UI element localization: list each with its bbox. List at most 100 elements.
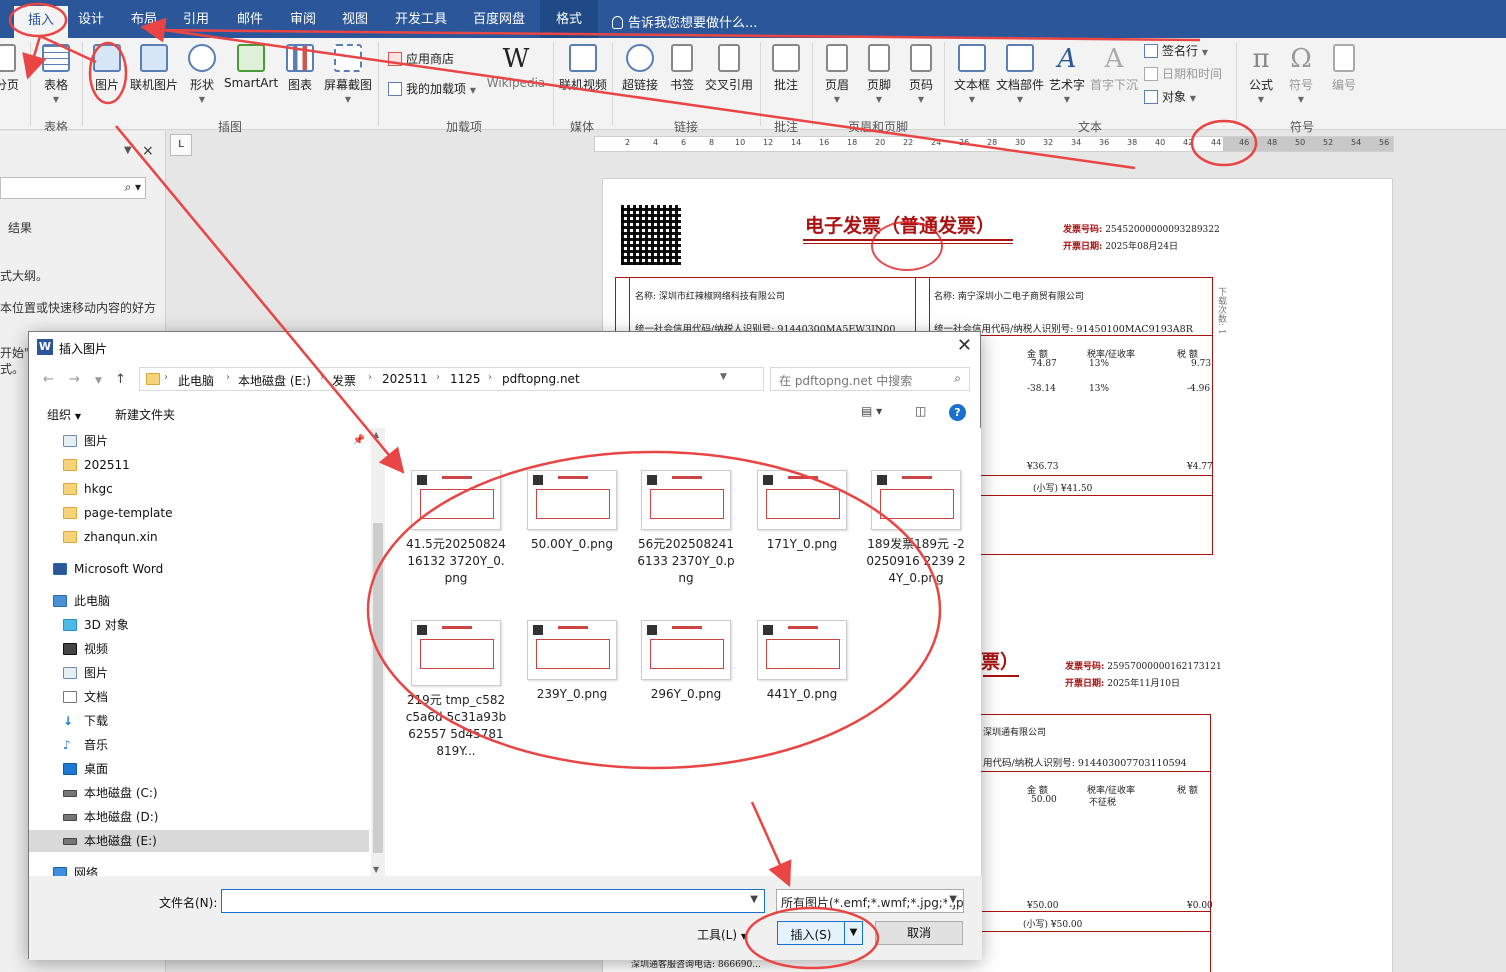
store-button[interactable]: 应用商店 bbox=[388, 50, 454, 67]
tree-item-downloads[interactable]: ↓ 下载 bbox=[29, 710, 369, 732]
tree-item-documents[interactable]: 文档 bbox=[29, 686, 369, 708]
file-item[interactable]: 41.5元2025082416132 3720Y_0.png bbox=[401, 470, 511, 587]
comment-button[interactable]: 批注 bbox=[768, 44, 804, 93]
chevron-down-icon[interactable]: ▼ bbox=[720, 372, 727, 382]
search-input[interactable]: 在 pdftopng.net 中搜索 ⌕ bbox=[770, 367, 970, 391]
tree-item-pictures-quick[interactable]: 图片 📌 bbox=[29, 430, 369, 452]
file-item[interactable]: 296Y_0.png bbox=[631, 620, 741, 703]
breadcrumb-item[interactable]: 1125 bbox=[450, 372, 481, 386]
view-options-icon[interactable]: ▤ ▾ bbox=[861, 404, 882, 418]
hyperlink-button[interactable]: 超链接 bbox=[620, 44, 660, 93]
smartart-button[interactable]: SmartArt bbox=[224, 44, 278, 90]
breadcrumb-item[interactable]: 202511 bbox=[382, 372, 428, 386]
bookmark-button[interactable]: 书签 bbox=[667, 44, 697, 93]
tree-item-desktop[interactable]: 桌面 bbox=[29, 758, 369, 780]
tree-item-network[interactable]: 网络 bbox=[29, 862, 369, 876]
dropcap-button[interactable]: A 首字下沉 bbox=[1089, 44, 1139, 93]
online-picture-button[interactable]: 联机图片 bbox=[130, 44, 178, 93]
file-item[interactable]: 189发票189元 -20250916 2239 24Y_0.png bbox=[861, 470, 971, 587]
nav-tab-results[interactable]: 结果 bbox=[8, 219, 32, 236]
date-time-button[interactable]: 日期和时间 bbox=[1144, 65, 1222, 82]
online-video-button[interactable]: 联机视频 bbox=[558, 44, 608, 93]
my-addins-button[interactable]: 我的加载项 ▼ bbox=[388, 80, 476, 97]
tree-item-this-pc[interactable]: 此电脑 bbox=[29, 590, 369, 612]
tab-design[interactable]: 设计 bbox=[78, 0, 104, 38]
close-icon[interactable]: × bbox=[142, 143, 154, 159]
file-item[interactable]: 239Y_0.png bbox=[517, 620, 627, 703]
cross-reference-button[interactable]: 交叉引用 bbox=[703, 44, 755, 93]
address-bar[interactable]: › 此电脑 › 本地磁盘 (E:) › 发票 › 202511 › 1125 ›… bbox=[139, 367, 857, 391]
recent-locations-icon[interactable]: ▼ bbox=[95, 376, 102, 386]
tree-scrollbar[interactable]: ▲ ▼ bbox=[371, 428, 385, 876]
tell-me-box[interactable]: 告诉我您想要做什么... bbox=[612, 12, 757, 31]
tab-layout[interactable]: 布局 bbox=[131, 0, 157, 38]
insert-dropdown-icon[interactable]: ▼ bbox=[844, 922, 862, 944]
tools-button[interactable]: 工具(L) ▼ bbox=[697, 926, 747, 943]
table-button[interactable]: 表格 ▼ bbox=[40, 44, 72, 104]
equation-button[interactable]: π 公式 ▼ bbox=[1244, 44, 1278, 104]
tree-item-videos[interactable]: 视频 bbox=[29, 638, 369, 660]
wikipedia-button[interactable]: W Wikipedia bbox=[486, 44, 546, 90]
page-number-button[interactable]: 页码 ▼ bbox=[906, 44, 936, 104]
filename-input[interactable]: ▼ bbox=[221, 889, 765, 913]
help-icon[interactable]: ? bbox=[949, 404, 966, 421]
tree-item-page-template[interactable]: page-template bbox=[29, 502, 369, 524]
tree-item-3d-objects[interactable]: 3D 对象 bbox=[29, 614, 369, 636]
tree-item-microsoft-word[interactable]: Microsoft Word bbox=[29, 558, 369, 580]
chart-button[interactable]: 图表 bbox=[285, 44, 315, 93]
quick-parts-button[interactable]: 文档部件 ▼ bbox=[995, 44, 1045, 104]
tree-item-zhanqun[interactable]: zhanqun.xin bbox=[29, 526, 369, 548]
new-folder-button[interactable]: 新建文件夹 bbox=[115, 406, 175, 423]
tab-baidu-netdisk[interactable]: 百度网盘 bbox=[473, 0, 525, 38]
scrollbar-thumb[interactable] bbox=[373, 523, 383, 853]
breadcrumb-item[interactable]: pdftopng.net bbox=[502, 372, 580, 386]
pane-options-icon[interactable]: ▼ bbox=[124, 145, 132, 156]
file-item[interactable]: 56元2025082416133 2370Y_0.png bbox=[631, 470, 741, 587]
scroll-down-icon[interactable]: ▼ bbox=[373, 865, 379, 874]
organize-button[interactable]: 组织 ▼ bbox=[47, 406, 81, 423]
tree-item-pictures[interactable]: 图片 bbox=[29, 662, 369, 684]
scroll-up-icon[interactable]: ▲ bbox=[373, 430, 379, 439]
nav-search-input[interactable]: ⌕ ▾ bbox=[0, 177, 146, 199]
back-arrow-icon[interactable]: ← bbox=[43, 372, 54, 387]
file-item[interactable]: 171Y_0.png bbox=[747, 470, 857, 553]
header-button[interactable]: 页眉 ▼ bbox=[822, 44, 852, 104]
picture-button[interactable]: 图片 bbox=[91, 44, 123, 93]
up-arrow-icon[interactable]: ↑ bbox=[115, 372, 126, 387]
tree-item-drive-d[interactable]: 本地磁盘 (D:) bbox=[29, 806, 369, 828]
screenshot-button[interactable]: 屏幕截图 ▼ bbox=[321, 44, 375, 104]
page-break-button[interactable]: 分页 bbox=[0, 44, 20, 93]
tree-item-202511[interactable]: 202511 bbox=[29, 454, 369, 476]
file-item[interactable]: 441Y_0.png bbox=[747, 620, 857, 703]
breadcrumb-item[interactable]: 发票 bbox=[332, 372, 356, 389]
object-button[interactable]: 对象 ▼ bbox=[1144, 88, 1196, 105]
breadcrumb-item[interactable]: 本地磁盘 (E:) bbox=[238, 372, 311, 389]
tree-item-music[interactable]: ♪ 音乐 bbox=[29, 734, 369, 756]
tree-item-hkgc[interactable]: hkgc bbox=[29, 478, 369, 500]
cancel-button[interactable]: 取消 bbox=[875, 921, 963, 945]
chevron-down-icon[interactable]: ▼ bbox=[750, 894, 758, 905]
textbox-button[interactable]: 文本框 ▼ bbox=[952, 44, 992, 104]
tab-stop-selector[interactable]: L bbox=[170, 134, 192, 156]
tab-references[interactable]: 引用 bbox=[183, 0, 209, 38]
file-type-filter[interactable]: 所有图片(*.emf;*.wmf;*.jpg;*.jpeg ▼ bbox=[776, 889, 964, 913]
tab-insert[interactable]: 插入 bbox=[14, 6, 69, 38]
tree-item-drive-c[interactable]: 本地磁盘 (C:) bbox=[29, 782, 369, 804]
shapes-button[interactable]: 形状 ▼ bbox=[187, 44, 217, 104]
tab-developer[interactable]: 开发工具 bbox=[395, 0, 447, 38]
insert-button[interactable]: 插入(S) ▼ bbox=[777, 921, 863, 945]
breadcrumb-item[interactable]: 此电脑 bbox=[178, 372, 214, 389]
tree-item-drive-e[interactable]: 本地磁盘 (E:) bbox=[29, 830, 369, 852]
footer-button[interactable]: 页脚 ▼ bbox=[864, 44, 894, 104]
forward-arrow-icon[interactable]: → bbox=[69, 372, 80, 387]
tab-review[interactable]: 审阅 bbox=[290, 0, 316, 38]
file-item[interactable]: 50.00Y_0.png bbox=[517, 470, 627, 553]
tab-view[interactable]: 视图 bbox=[342, 0, 368, 38]
wordart-button[interactable]: A 艺术字 ▼ bbox=[1048, 44, 1086, 104]
file-item[interactable]: 219元 tmp_c582c5a6d 5c31a93b62557 5d45781… bbox=[401, 620, 511, 760]
preview-pane-icon[interactable]: ◫ bbox=[915, 404, 926, 418]
number-button[interactable]: 编号 bbox=[1328, 44, 1360, 93]
tab-format[interactable]: 格式 bbox=[540, 0, 599, 38]
symbol-button[interactable]: Ω 符号 ▼ bbox=[1286, 44, 1316, 104]
close-icon[interactable]: ✕ bbox=[957, 335, 972, 356]
